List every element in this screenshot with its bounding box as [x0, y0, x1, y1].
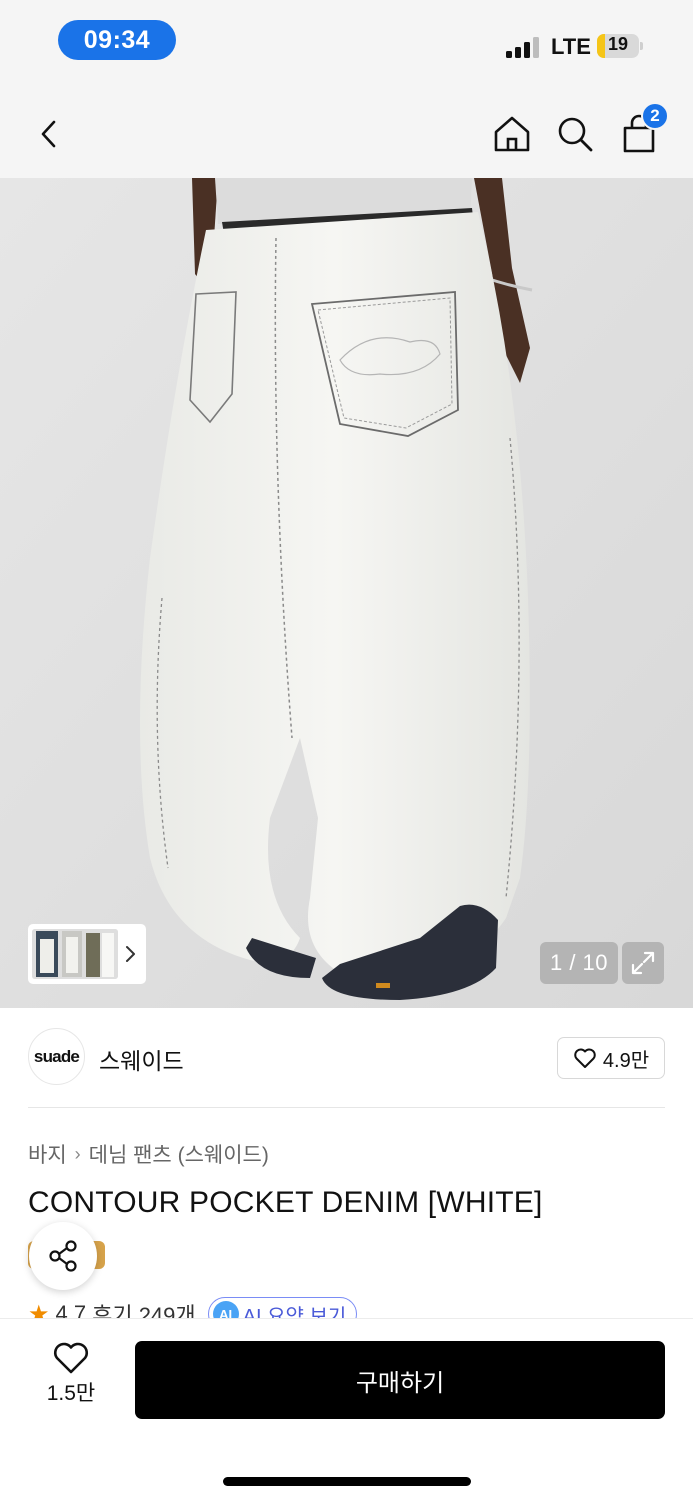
brand-logo[interactable]: suade	[28, 1028, 85, 1085]
home-icon	[494, 116, 530, 152]
battery-level: 19	[607, 33, 629, 54]
product-photo	[0, 178, 693, 1008]
cart-count-badge: 2	[641, 102, 669, 130]
heart-icon	[574, 1048, 596, 1068]
brand-name[interactable]: 스웨이드	[99, 1042, 184, 1076]
status-bar: 09:34 LTE 19	[0, 0, 693, 90]
search-button[interactable]	[549, 108, 601, 160]
breadcrumb: 바지 › 데님 팬츠 (스웨이드)	[28, 1139, 269, 1169]
search-icon	[558, 117, 593, 152]
top-nav: 2	[0, 90, 693, 178]
divider	[28, 1107, 665, 1108]
battery-icon: 19	[597, 32, 643, 60]
thumbnail-next-button[interactable]	[118, 929, 142, 979]
product-title: CONTOUR POCKET DENIM [WHITE]	[28, 1186, 543, 1219]
thumbnail-image[interactable]	[32, 929, 118, 979]
wishlist-button[interactable]: 1.5만	[34, 1341, 108, 1417]
chevron-left-icon	[41, 120, 56, 148]
image-counter: 1 / 10	[540, 942, 618, 984]
heart-icon	[54, 1342, 88, 1374]
expand-icon	[631, 951, 655, 975]
breadcrumb-item[interactable]: 데님 팬츠 (스웨이드)	[89, 1139, 269, 1169]
back-button[interactable]	[24, 108, 76, 160]
chevron-right-icon	[126, 946, 135, 962]
thumbnail-strip[interactable]	[28, 924, 146, 984]
buy-button[interactable]: 구매하기	[135, 1341, 665, 1419]
cart-button[interactable]: 2	[613, 102, 669, 160]
network-type: LTE	[551, 34, 591, 59]
brand-row: suade 스웨이드 4.9만	[28, 1028, 665, 1088]
signal-icon	[506, 36, 540, 58]
wishlist-count: 1.5만	[46, 1382, 96, 1405]
share-icon	[49, 1240, 77, 1272]
share-button[interactable]	[29, 1222, 97, 1290]
home-button[interactable]	[486, 108, 538, 160]
chevron-right-icon: ›	[74, 1143, 81, 1164]
product-image-gallery[interactable]: 1 / 10	[0, 178, 693, 1008]
breadcrumb-item[interactable]: 바지	[28, 1139, 67, 1169]
home-indicator	[223, 1477, 471, 1486]
expand-image-button[interactable]	[622, 942, 664, 984]
bottom-action-bar: 1.5만 구매하기	[0, 1318, 693, 1500]
status-time: 09:34	[58, 20, 176, 60]
brand-like-button[interactable]: 4.9만	[557, 1037, 665, 1079]
brand-like-count: 4.9만	[602, 1049, 650, 1072]
